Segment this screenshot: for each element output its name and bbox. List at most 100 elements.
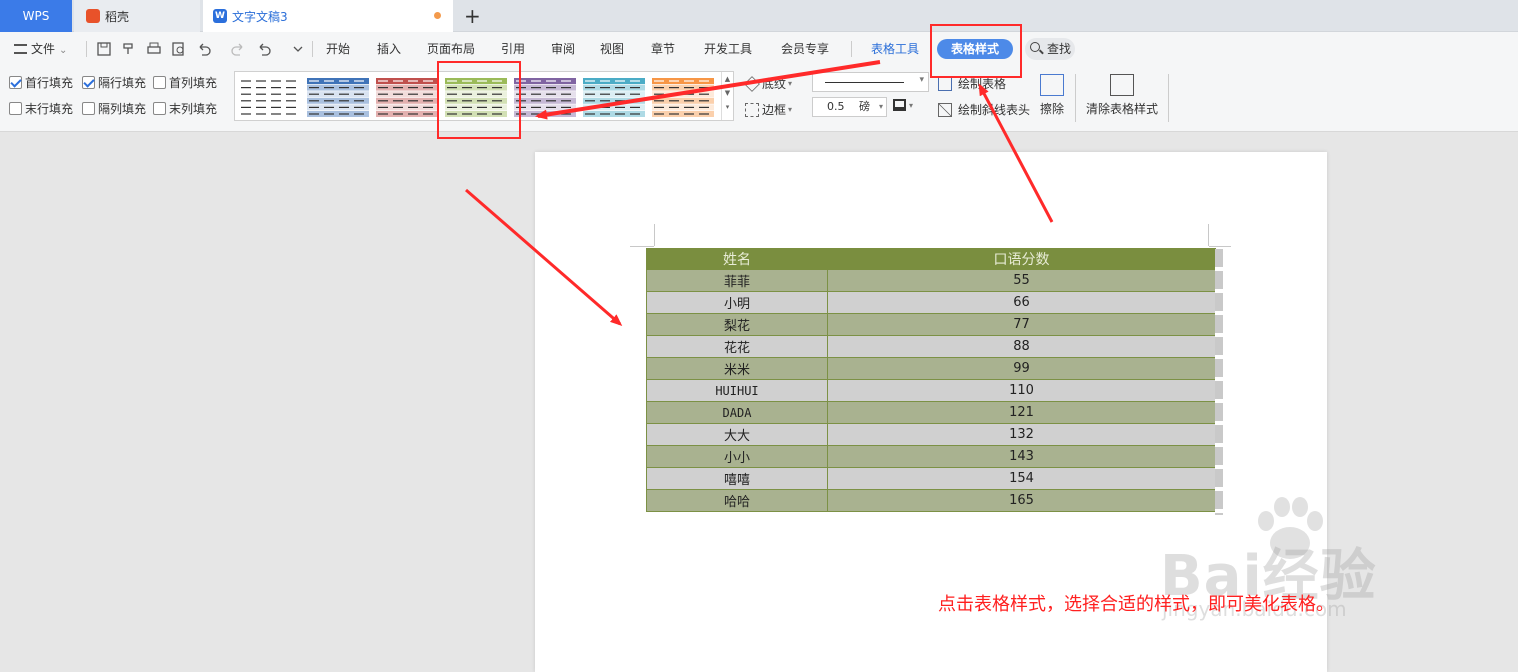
checkbox-first-column[interactable]: 首列填充 — [153, 74, 217, 90]
draw-diagonal-header-button[interactable]: 绘制斜线表头 — [938, 101, 1030, 118]
checkbox-last-row[interactable]: 末行填充 — [9, 100, 73, 116]
name-cell[interactable]: 米米 — [646, 357, 828, 380]
table-row[interactable]: DADA 121 — [646, 401, 1216, 424]
checkbox-label: 隔列填充 — [98, 101, 147, 116]
table-row[interactable]: HUIHUI 110 — [646, 379, 1216, 402]
table-style-swatch-orange[interactable] — [652, 76, 714, 118]
score-cell[interactable]: 110 — [827, 379, 1216, 402]
shading-label: 底纹 — [762, 77, 787, 91]
score-cell[interactable]: 121 — [827, 401, 1216, 424]
tab-member[interactable]: 会员专享 — [781, 32, 829, 66]
checkbox-banded-rows[interactable]: 隔行填充 — [82, 74, 146, 90]
table-row[interactable]: 小小 143 — [646, 445, 1216, 468]
table-style-swatch-blue[interactable] — [307, 76, 369, 118]
tab-document[interactable]: W 文字文稿3 — [203, 0, 453, 32]
pen-color-icon — [893, 99, 906, 111]
table-row[interactable]: 梨花 77 — [646, 313, 1216, 336]
name-cell[interactable]: 大大 — [646, 423, 828, 446]
table-row[interactable]: 米米 99 — [646, 357, 1216, 380]
menu-bar: 文件 ⌄ 开始 插入 页面布局 引用 审阅 视图 章节 开发工具 会员专享 表格工… — [0, 32, 1518, 66]
table-style-swatch-purple[interactable] — [514, 76, 576, 118]
format-painter-icon[interactable] — [121, 41, 137, 57]
customize-toolbar-icon[interactable] — [290, 41, 306, 57]
score-cell[interactable]: 143 — [827, 445, 1216, 468]
tab-wps-label: WPS — [22, 9, 50, 23]
line-color-button[interactable]: ▾ — [893, 99, 913, 111]
tab-wps-home[interactable]: WPS — [0, 0, 72, 32]
table-body: 菲菲 55 小明 66 梨花 77 花花 88 米米 99 HUIHUI 110 DADA 1… — [646, 269, 1216, 512]
chevron-down-icon: ▾ — [788, 79, 793, 88]
score-cell[interactable]: 154 — [827, 467, 1216, 490]
tab-section[interactable]: 章节 — [651, 32, 675, 66]
tab-developer[interactable]: 开发工具 — [704, 32, 752, 66]
name-cell[interactable]: DADA — [646, 401, 828, 424]
table-row[interactable]: 嘻嘻 154 — [646, 467, 1216, 490]
checkbox-banded-columns[interactable]: 隔列填充 — [82, 100, 146, 116]
row-resize-handles[interactable] — [1215, 249, 1223, 515]
table-style-swatch-red[interactable] — [376, 76, 438, 118]
print-icon[interactable] — [146, 41, 162, 57]
checkbox-checked-icon — [9, 75, 22, 89]
table-row[interactable]: 花花 88 — [646, 335, 1216, 358]
tab-review[interactable]: 审阅 — [551, 32, 575, 66]
score-cell[interactable]: 99 — [827, 357, 1216, 380]
undo-icon[interactable] — [196, 41, 212, 57]
tab-bar: WPS 稻壳 W 文字文稿3 + — [0, 0, 1518, 32]
file-menu[interactable]: 文件 ⌄ — [14, 32, 67, 66]
gallery-scroll[interactable]: ▲ ▼ ▾ — [721, 72, 733, 120]
name-cell[interactable]: 小小 — [646, 445, 828, 468]
line-style-select[interactable] — [812, 72, 929, 92]
clear-style-label: 清除表格样式 — [1085, 102, 1158, 116]
table-style-swatch-cyan[interactable] — [583, 76, 645, 118]
clear-table-style-button[interactable]: 清除表格样式 — [1084, 74, 1160, 117]
scroll-down-icon: ▼ — [724, 89, 731, 97]
score-cell[interactable]: 132 — [827, 423, 1216, 446]
border-button[interactable]: 边框 ▾ — [745, 101, 792, 118]
table-row[interactable]: 小明 66 — [646, 291, 1216, 314]
name-cell[interactable]: 花花 — [646, 335, 828, 358]
table-row[interactable]: 菲菲 55 — [646, 269, 1216, 292]
name-cell[interactable]: 梨花 — [646, 313, 828, 336]
redo-icon[interactable] — [230, 41, 246, 57]
shading-button[interactable]: 底纹 ▾ — [744, 75, 793, 92]
score-cell[interactable]: 55 — [827, 269, 1216, 292]
name-cell[interactable]: 嘻嘻 — [646, 467, 828, 490]
tab-home[interactable]: 开始 — [326, 32, 350, 66]
repeat-icon[interactable] — [256, 41, 272, 57]
name-cell[interactable]: HUIHUI — [646, 379, 828, 402]
name-cell[interactable]: 小明 — [646, 291, 828, 314]
clear-style-icon — [1110, 74, 1134, 96]
name-cell[interactable]: 菲菲 — [646, 269, 828, 292]
divider — [312, 41, 313, 57]
checkbox-label: 首行填充 — [25, 75, 74, 90]
table-row[interactable]: 哈哈 165 — [646, 489, 1216, 512]
score-cell[interactable]: 66 — [827, 291, 1216, 314]
tab-insert[interactable]: 插入 — [377, 32, 401, 66]
score-cell[interactable]: 88 — [827, 335, 1216, 358]
line-width-value: 0.5 — [827, 100, 845, 113]
tab-daoke[interactable]: 稻壳 — [74, 0, 200, 32]
erase-button[interactable]: 擦除 — [1036, 74, 1068, 117]
search-button[interactable]: 查找 — [1025, 38, 1075, 60]
save-icon[interactable] — [96, 41, 112, 57]
column-header-name[interactable]: 姓名 — [646, 248, 828, 270]
annotation-instruction-text: 点击表格样式，选择合适的样式，即可美化表格。 — [938, 594, 1334, 615]
print-preview-icon[interactable] — [171, 41, 187, 57]
divider — [851, 41, 852, 57]
line-width-select[interactable]: 0.5 磅 ▾ — [812, 97, 887, 117]
chevron-down-icon: ▾ — [878, 102, 883, 111]
score-cell[interactable]: 77 — [827, 313, 1216, 336]
tab-table-tools[interactable]: 表格工具 — [871, 32, 919, 66]
column-header-score[interactable]: 口语分数 — [827, 248, 1216, 270]
checkbox-first-row[interactable]: 首行填充 — [9, 74, 73, 90]
scores-table[interactable]: 姓名 口语分数 菲菲 55 小明 66 梨花 77 花花 88 米米 99 HUIHUI 1… — [646, 248, 1216, 512]
checkbox-last-column[interactable]: 末列填充 — [153, 100, 217, 116]
checkbox-unchecked-icon — [153, 101, 166, 115]
new-tab-button[interactable]: + — [464, 4, 481, 28]
table-row[interactable]: 大大 132 — [646, 423, 1216, 446]
name-cell[interactable]: 哈哈 — [646, 489, 828, 512]
tab-view[interactable]: 视图 — [600, 32, 624, 66]
checkbox-checked-icon — [82, 75, 95, 89]
checkbox-unchecked-icon — [82, 101, 95, 115]
table-style-swatch-plain[interactable] — [239, 76, 301, 118]
